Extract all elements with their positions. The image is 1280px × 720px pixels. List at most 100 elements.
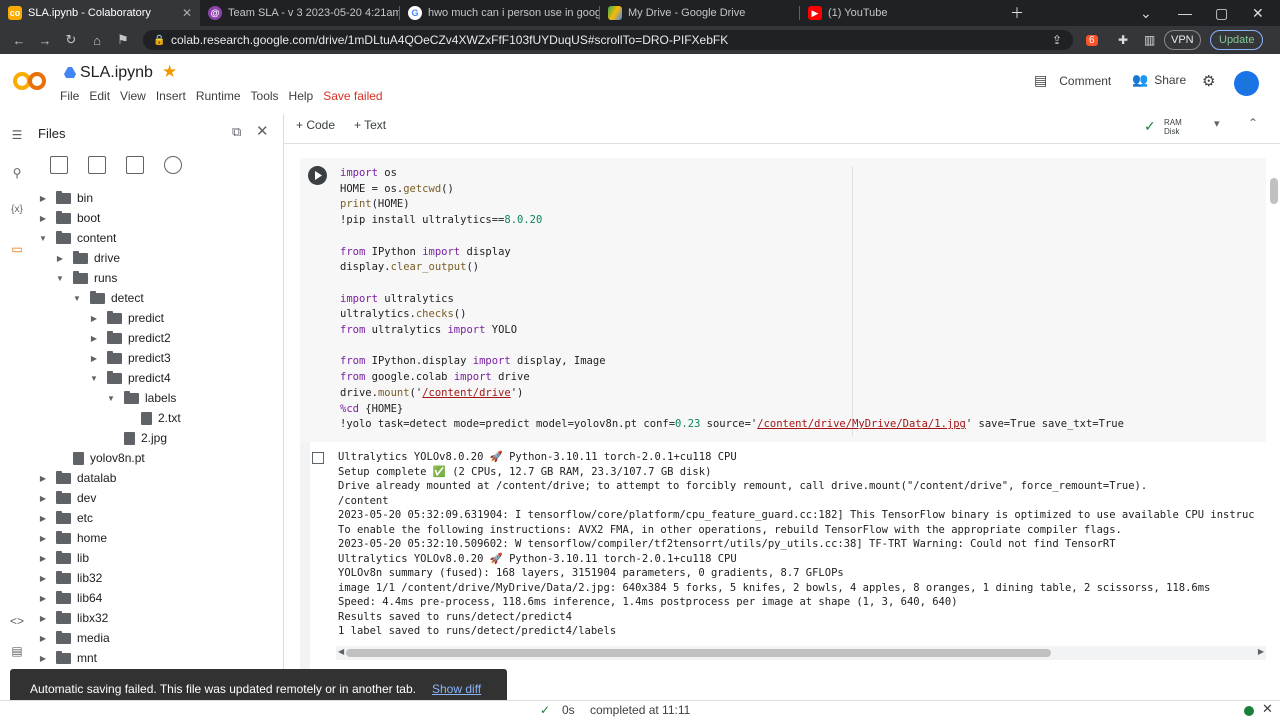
menu-help[interactable]: Help: [289, 89, 322, 103]
caret-right-icon[interactable]: ▶: [38, 574, 48, 583]
tree-folder[interactable]: ▶ media: [32, 628, 268, 648]
save-failed-link[interactable]: Save failed: [323, 89, 390, 103]
reload-icon[interactable]: ↻: [58, 32, 84, 48]
menu-insert[interactable]: Insert: [156, 89, 194, 103]
hide-files-icon[interactable]: [164, 156, 182, 174]
new-tab-icon[interactable]: ＋: [1010, 0, 1024, 26]
caret-right-icon[interactable]: ▶: [38, 494, 48, 503]
chevron-down-icon[interactable]: ⌄: [1140, 0, 1152, 26]
variables-icon[interactable]: {x}: [8, 204, 26, 222]
tree-folder[interactable]: ▶ lib: [32, 548, 268, 568]
caret-right-icon[interactable]: ▶: [38, 474, 48, 483]
tree-folder[interactable]: ▶ mnt: [32, 648, 268, 668]
open-in-tab-icon[interactable]: ⧉: [232, 124, 241, 140]
caret-right-icon[interactable]: ▶: [38, 534, 48, 543]
caret-down-icon[interactable]: ▼: [38, 234, 48, 243]
caret-right-icon[interactable]: ▶: [38, 594, 48, 603]
tree-folder[interactable]: ▶ drive: [32, 248, 268, 268]
folder-icon[interactable]: ▭: [8, 242, 26, 260]
tree-folder[interactable]: ▼ runs: [32, 268, 268, 288]
output-actions-icon[interactable]: [312, 452, 324, 464]
caret-right-icon[interactable]: ▶: [89, 334, 99, 343]
update-button[interactable]: Update: [1210, 30, 1264, 50]
caret-right-icon[interactable]: ▶: [38, 514, 48, 523]
home-icon[interactable]: ⌂: [84, 33, 110, 48]
browser-tab-drive[interactable]: My Drive - Google Drive: [600, 0, 800, 26]
caret-right-icon[interactable]: ▶: [38, 194, 48, 203]
browser-tab-colab[interactable]: co SLA.ipynb - Colaboratory ✕: [0, 0, 200, 26]
tree-folder[interactable]: ▶ predict3: [32, 348, 268, 368]
tree-folder[interactable]: ▶ lib32: [32, 568, 268, 588]
search-icon[interactable]: ⚲: [8, 166, 26, 184]
gear-icon[interactable]: ⚙: [1202, 72, 1215, 90]
comment-button[interactable]: ▤ Comment: [1034, 72, 1111, 89]
tree-folder[interactable]: ▶ home: [32, 528, 268, 548]
tree-folder[interactable]: ▼ labels: [32, 388, 268, 408]
browser-tab-youtube[interactable]: ▶ (1) YouTube: [800, 0, 1000, 26]
forward-icon[interactable]: →: [32, 33, 58, 48]
tree-folder[interactable]: ▶ etc: [32, 508, 268, 528]
avatar[interactable]: 👤: [1234, 71, 1259, 96]
run-cell-button[interactable]: [308, 166, 327, 185]
add-code-button[interactable]: + Code: [296, 118, 335, 132]
caret-right-icon[interactable]: ▶: [38, 214, 48, 223]
refresh-icon[interactable]: [88, 156, 106, 174]
close-icon[interactable]: ✕: [256, 122, 269, 140]
caret-right-icon[interactable]: ▶: [89, 354, 99, 363]
collapse-icon[interactable]: ⌃: [1248, 116, 1258, 130]
caret-down-icon[interactable]: ▼: [72, 294, 82, 303]
back-icon[interactable]: ←: [6, 33, 32, 48]
caret-down-icon[interactable]: ▼: [106, 394, 116, 403]
caret-down-icon[interactable]: ▼: [89, 374, 99, 383]
sidebar-icon[interactable]: ▥: [1144, 30, 1155, 50]
show-diff-link[interactable]: Show diff: [432, 682, 481, 696]
chevron-down-icon[interactable]: ▾: [1214, 117, 1220, 130]
menu-view[interactable]: View: [120, 89, 154, 103]
caret-down-icon[interactable]: ▼: [55, 274, 65, 283]
browser-tab-google[interactable]: G hwo much can i person use in google: [400, 0, 600, 26]
notebook-title[interactable]: SLA.ipynb: [80, 64, 153, 82]
url-bar[interactable]: 🔒 colab.research.google.com/drive/1mDLtu…: [143, 30, 1073, 50]
command-palette-icon[interactable]: ▤: [8, 644, 26, 662]
tree-folder[interactable]: ▼ detect: [32, 288, 268, 308]
extensions-icon[interactable]: ✚: [1118, 30, 1128, 50]
output-horizontal-scrollbar[interactable]: ◀ ▶: [336, 646, 1266, 660]
caret-right-icon[interactable]: ▶: [38, 654, 48, 663]
tree-folder[interactable]: ▶ bin: [32, 188, 268, 208]
minimize-icon[interactable]: —: [1178, 0, 1192, 26]
table-of-contents-icon[interactable]: ☰: [8, 128, 26, 146]
tree-folder[interactable]: ▶ datalab: [32, 468, 268, 488]
tree-folder[interactable]: ▶ dev: [32, 488, 268, 508]
brave-shield-icon[interactable]: 6: [1086, 30, 1098, 50]
tree-folder[interactable]: ▼ content: [32, 228, 268, 248]
notebook-vertical-scrollbar[interactable]: [1268, 158, 1280, 698]
execution-status[interactable]: completed at 11:11: [590, 703, 690, 717]
bookmark-icon[interactable]: ⚑: [110, 32, 136, 48]
tree-folder[interactable]: ▶ lib64: [32, 588, 268, 608]
code-snippets-icon[interactable]: <>: [8, 614, 26, 632]
caret-right-icon[interactable]: ▶: [89, 314, 99, 323]
upload-file-icon[interactable]: [50, 156, 68, 174]
caret-right-icon[interactable]: ▶: [55, 254, 65, 263]
tree-file[interactable]: 2.jpg: [32, 428, 268, 448]
share-button[interactable]: 👥 Share: [1132, 72, 1186, 88]
tree-folder[interactable]: ▶ libx32: [32, 608, 268, 628]
resource-monitor[interactable]: RAM Disk: [1164, 118, 1182, 136]
share-page-icon[interactable]: ⇪: [1052, 30, 1062, 50]
tree-folder[interactable]: ▶ predict2: [32, 328, 268, 348]
menu-file[interactable]: File: [60, 89, 87, 103]
tree-folder[interactable]: ▼ predict4: [32, 368, 268, 388]
close-icon[interactable]: ✕: [1262, 701, 1273, 717]
caret-right-icon[interactable]: ▶: [38, 614, 48, 623]
code-editor[interactable]: import os HOME = os.getcwd() print(HOME)…: [340, 166, 1124, 433]
menu-runtime[interactable]: Runtime: [196, 89, 249, 103]
menu-edit[interactable]: Edit: [89, 89, 118, 103]
caret-right-icon[interactable]: ▶: [38, 554, 48, 563]
mount-drive-icon[interactable]: [126, 156, 144, 174]
star-icon[interactable]: ★: [162, 62, 177, 82]
tree-file[interactable]: 2.txt: [32, 408, 268, 428]
tree-file[interactable]: yolov8n.pt: [32, 448, 268, 468]
close-window-icon[interactable]: ✕: [1252, 0, 1264, 26]
vpn-button[interactable]: VPN: [1164, 30, 1201, 50]
caret-right-icon[interactable]: ▶: [38, 634, 48, 643]
